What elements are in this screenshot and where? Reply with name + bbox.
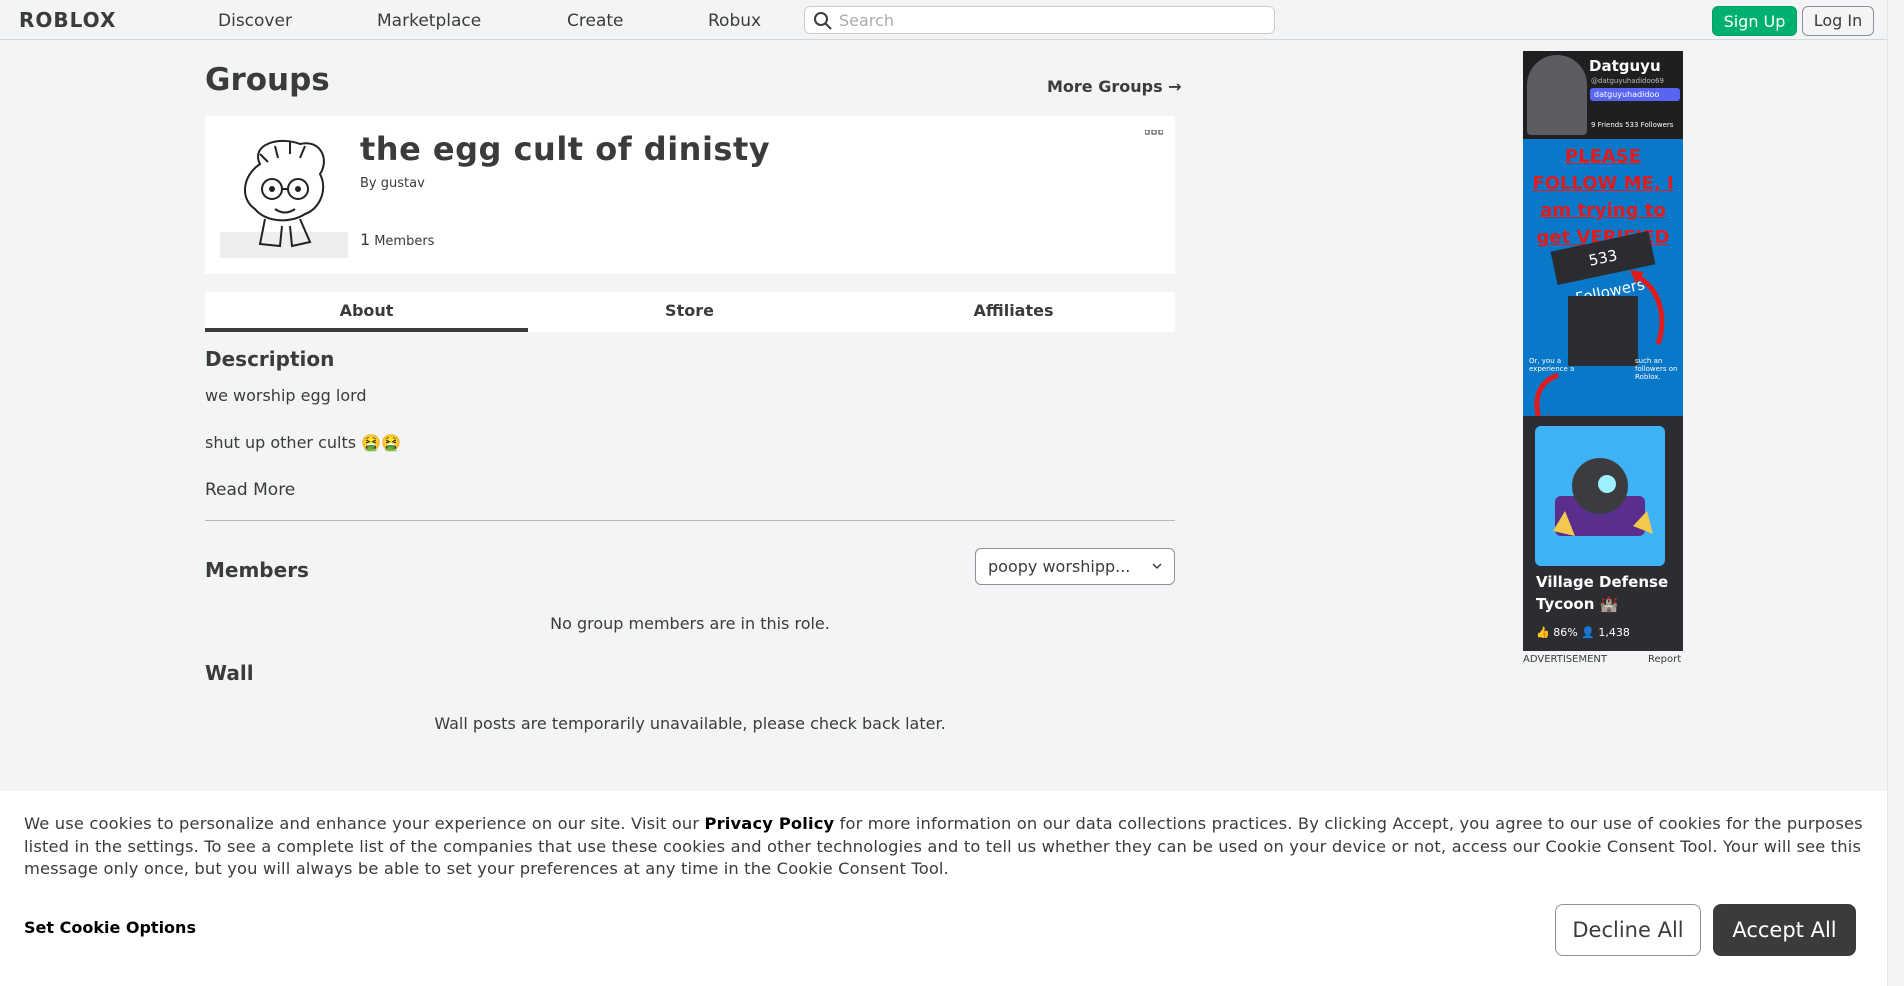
cookie-consent-banner: We use cookies to personalize and enhanc… xyxy=(0,791,1887,986)
description-line: we worship egg lord xyxy=(205,386,367,405)
decline-all-button[interactable]: Decline All xyxy=(1555,904,1701,956)
group-name: the egg cult of dinisty xyxy=(360,130,771,168)
description-heading: Description xyxy=(205,347,335,371)
tab-affiliates[interactable]: Affiliates xyxy=(852,292,1175,332)
ad-small-text-right: such an followers on Roblox. xyxy=(1635,357,1678,381)
description-line: shut up other cults 🤮🤮 xyxy=(205,433,401,452)
chevron-down-icon xyxy=(1152,563,1162,569)
owner-link[interactable]: gustav xyxy=(381,176,425,191)
vertical-scrollbar[interactable] xyxy=(1887,0,1904,986)
tab-store[interactable]: Store xyxy=(528,292,851,332)
group-owner-line: By gustav xyxy=(360,176,425,191)
more-groups-link[interactable]: More Groups → xyxy=(1047,77,1182,96)
sign-up-button[interactable]: Sign Up xyxy=(1712,6,1797,36)
log-in-button[interactable]: Log In xyxy=(1802,6,1874,36)
by-prefix: By xyxy=(360,176,377,191)
search-box[interactable] xyxy=(804,6,1275,34)
ad-game-title: Village Defense Tycoon 🏰 xyxy=(1536,573,1669,613)
cookie-message: We use cookies to personalize and enhanc… xyxy=(24,813,1874,881)
members-count-value: 1 xyxy=(360,230,371,249)
search-icon xyxy=(814,12,832,30)
ad-profile-name: Datguyu xyxy=(1589,57,1661,75)
members-count: 1 Members xyxy=(360,230,434,249)
more-options-icon[interactable] xyxy=(1145,130,1163,136)
cookie-text-before: We use cookies to personalize and enhanc… xyxy=(24,814,705,833)
wall-heading: Wall xyxy=(205,661,254,685)
read-more-link[interactable]: Read More xyxy=(205,480,295,500)
set-cookie-options-link[interactable]: Set Cookie Options xyxy=(24,918,196,937)
privacy-policy-link[interactable]: Privacy Policy xyxy=(705,814,835,833)
ad-profile-handle: @datguyuhadidoo69 xyxy=(1591,77,1664,85)
page-title: Groups xyxy=(205,62,330,98)
wall-unavailable-message: Wall posts are temporarily unavailable, … xyxy=(434,714,946,733)
nav-robux[interactable]: Robux xyxy=(708,11,761,31)
members-count-label: Members xyxy=(374,234,435,249)
advertisement-banner[interactable]: Datguyu @datguyuhadidoo69 datguyuhadidoo… xyxy=(1523,51,1683,651)
group-emblem-image xyxy=(244,139,325,248)
tab-about[interactable]: About xyxy=(205,292,528,332)
members-heading: Members xyxy=(205,558,309,582)
roblox-logo[interactable]: ROBLOX xyxy=(19,8,116,32)
top-navigation-bar: ROBLOX Discover Marketplace Create Robux… xyxy=(0,0,1887,40)
ad-callout-text: PLEASE FOLLOW ME, I am trying to get VER… xyxy=(1532,146,1674,248)
ad-discord-chip: datguyuhadidoo xyxy=(1590,88,1680,101)
advertisement-label: ADVERTISEMENT xyxy=(1523,654,1608,665)
ad-game-card: Village Defense Tycoon 🏰 👍 86% 👤 1,438 xyxy=(1523,416,1683,651)
search-input[interactable] xyxy=(839,9,1259,31)
ad-game-meta: 👍 86% 👤 1,438 xyxy=(1536,626,1630,639)
role-dropdown-value: poopy worshipp... xyxy=(988,557,1131,576)
ad-game-thumbnail-small xyxy=(1568,296,1638,366)
nav-marketplace[interactable]: Marketplace xyxy=(377,11,481,31)
ad-profile-stats: 9 Friends 533 Followers xyxy=(1591,121,1674,129)
nav-create[interactable]: Create xyxy=(567,11,624,31)
group-tabs: About Store Affiliates xyxy=(205,292,1175,332)
ad-profile-header: Datguyu @datguyuhadidoo69 datguyuhadidoo… xyxy=(1523,51,1683,139)
accept-all-button[interactable]: Accept All xyxy=(1713,904,1856,956)
ad-avatar xyxy=(1527,55,1587,135)
section-divider xyxy=(205,520,1175,521)
members-empty-message: No group members are in this role. xyxy=(550,614,830,633)
ad-small-text-left: Or, you a experience a xyxy=(1529,357,1575,373)
ad-game-image xyxy=(1535,426,1665,566)
ad-report-link[interactable]: Report xyxy=(1648,654,1681,665)
role-dropdown[interactable]: poopy worshipp... xyxy=(975,548,1175,585)
nav-discover[interactable]: Discover xyxy=(218,11,292,31)
group-header-card: the egg cult of dinisty By gustav 1 Membe… xyxy=(205,116,1175,274)
